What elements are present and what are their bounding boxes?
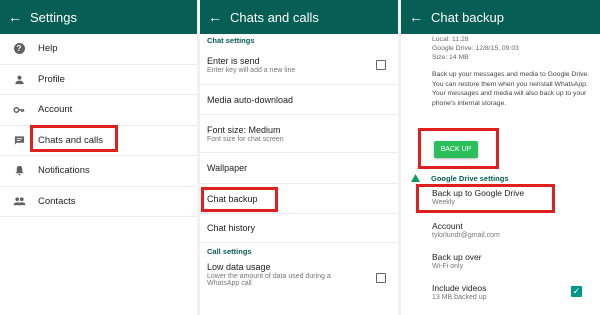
- back-up-button[interactable]: BACK UP: [434, 141, 478, 158]
- chats-toolbar: ← Chats and calls: [200, 0, 398, 34]
- settings-panel: ← Settings ? Help Profile Account Chats …: [0, 0, 197, 315]
- item-title: Low data usage: [207, 262, 271, 272]
- item-title: Chat backup: [207, 193, 258, 204]
- chats-title: Chats and calls: [230, 9, 319, 25]
- back-up-over-item[interactable]: Back up over Wi-Fi only: [432, 252, 590, 270]
- settings-item-label: Chats and calls: [38, 134, 103, 146]
- chat-history-item[interactable]: Chat history: [200, 214, 398, 243]
- settings-item-label: Account: [38, 104, 73, 116]
- settings-item-chats-and-calls[interactable]: Chats and calls: [0, 126, 197, 156]
- item-title: Media auto-download: [207, 94, 294, 105]
- chat-icon: [14, 136, 24, 145]
- item-desc: tylorlundr@gmail.com: [432, 232, 500, 239]
- google-drive-settings-header: Google Drive settings: [401, 172, 509, 184]
- item-desc: Weekly: [432, 199, 455, 206]
- item-desc: Font size for chat screen: [207, 135, 284, 143]
- settings-item-label: Contacts: [38, 195, 76, 207]
- local-backup-time: Local: 11:28: [432, 36, 469, 43]
- settings-item-notifications[interactable]: Notifications: [0, 156, 197, 187]
- key-icon: [13, 106, 25, 113]
- group-icon: [13, 197, 25, 205]
- include-videos-item[interactable]: Include videos 13 MB backed up: [432, 283, 590, 301]
- settings-item-help[interactable]: ? Help: [0, 34, 197, 65]
- media-auto-download-item[interactable]: Media auto-download: [200, 85, 398, 115]
- item-desc: Wi-Fi only: [432, 263, 464, 270]
- low-data-usage-checkbox[interactable]: [376, 273, 386, 283]
- google-drive-backup-time: Google Drive: 12/8/15, 09:03: [432, 45, 519, 52]
- account-item[interactable]: Account tylorlundr@gmail.com: [432, 221, 590, 239]
- settings-item-account[interactable]: Account: [0, 95, 197, 126]
- include-videos-checkbox[interactable]: ✓: [571, 286, 582, 297]
- backup-title: Chat backup: [431, 9, 504, 25]
- item-title: Enter is send: [207, 56, 260, 66]
- settings-item-contacts[interactable]: Contacts: [0, 187, 197, 217]
- settings-item-profile[interactable]: Profile: [0, 65, 197, 95]
- backup-description: Back up your messages and media to Googl…: [432, 71, 590, 107]
- chat-settings-header: Chat settings: [207, 35, 255, 45]
- chat-backup-item[interactable]: Chat backup: [200, 184, 398, 214]
- settings-list: ? Help Profile Account Chats and calls N…: [0, 34, 197, 217]
- back-up-to-google-drive-item[interactable]: Back up to Google Drive Weekly: [432, 188, 590, 206]
- back-arrow-icon[interactable]: ←: [0, 9, 30, 25]
- item-title: Include videos: [432, 283, 487, 293]
- item-desc: 13 MB backed up: [432, 294, 487, 301]
- enter-is-send-item[interactable]: Enter is send Enter key will add a new l…: [200, 46, 398, 85]
- backup-size: Size: 14 MB: [432, 54, 469, 61]
- backup-toolbar: ← Chat backup: [401, 0, 600, 34]
- enter-is-send-checkbox[interactable]: [376, 60, 386, 70]
- settings-title: Settings: [30, 9, 77, 25]
- settings-item-label: Help: [38, 43, 58, 55]
- settings-item-label: Notifications: [38, 165, 90, 177]
- help-icon: ?: [13, 43, 25, 55]
- item-desc: Lower the amount of data used during a W…: [207, 273, 331, 287]
- chats-and-calls-panel: ← Chats and calls Chat settings Enter is…: [200, 0, 398, 315]
- back-arrow-icon[interactable]: ←: [200, 9, 230, 25]
- settings-toolbar: ← Settings: [0, 0, 197, 34]
- call-settings-header: Call settings: [207, 246, 252, 256]
- bell-icon: [14, 166, 24, 176]
- low-data-usage-item[interactable]: Low data usage Lower the amount of data …: [200, 259, 398, 307]
- item-desc: Enter key will add a new line: [207, 67, 296, 74]
- item-title: Font size: Medium: [207, 124, 281, 135]
- item-title: Chat history: [207, 223, 256, 233]
- wallpaper-item[interactable]: Wallpaper: [200, 153, 398, 184]
- item-title: Back up to Google Drive: [432, 188, 525, 198]
- back-arrow-icon[interactable]: ←: [401, 9, 431, 25]
- item-title: Back up over: [432, 252, 482, 262]
- item-title: Account: [432, 221, 463, 231]
- google-drive-icon: [411, 174, 420, 182]
- font-size-item[interactable]: Font size: Medium Font size for chat scr…: [200, 115, 398, 153]
- settings-item-label: Profile: [38, 73, 65, 85]
- chat-backup-panel: ← Chat backup Local: 11:28 Google Drive:…: [401, 0, 600, 315]
- item-title: Wallpaper: [207, 163, 248, 173]
- person-icon: [14, 75, 24, 84]
